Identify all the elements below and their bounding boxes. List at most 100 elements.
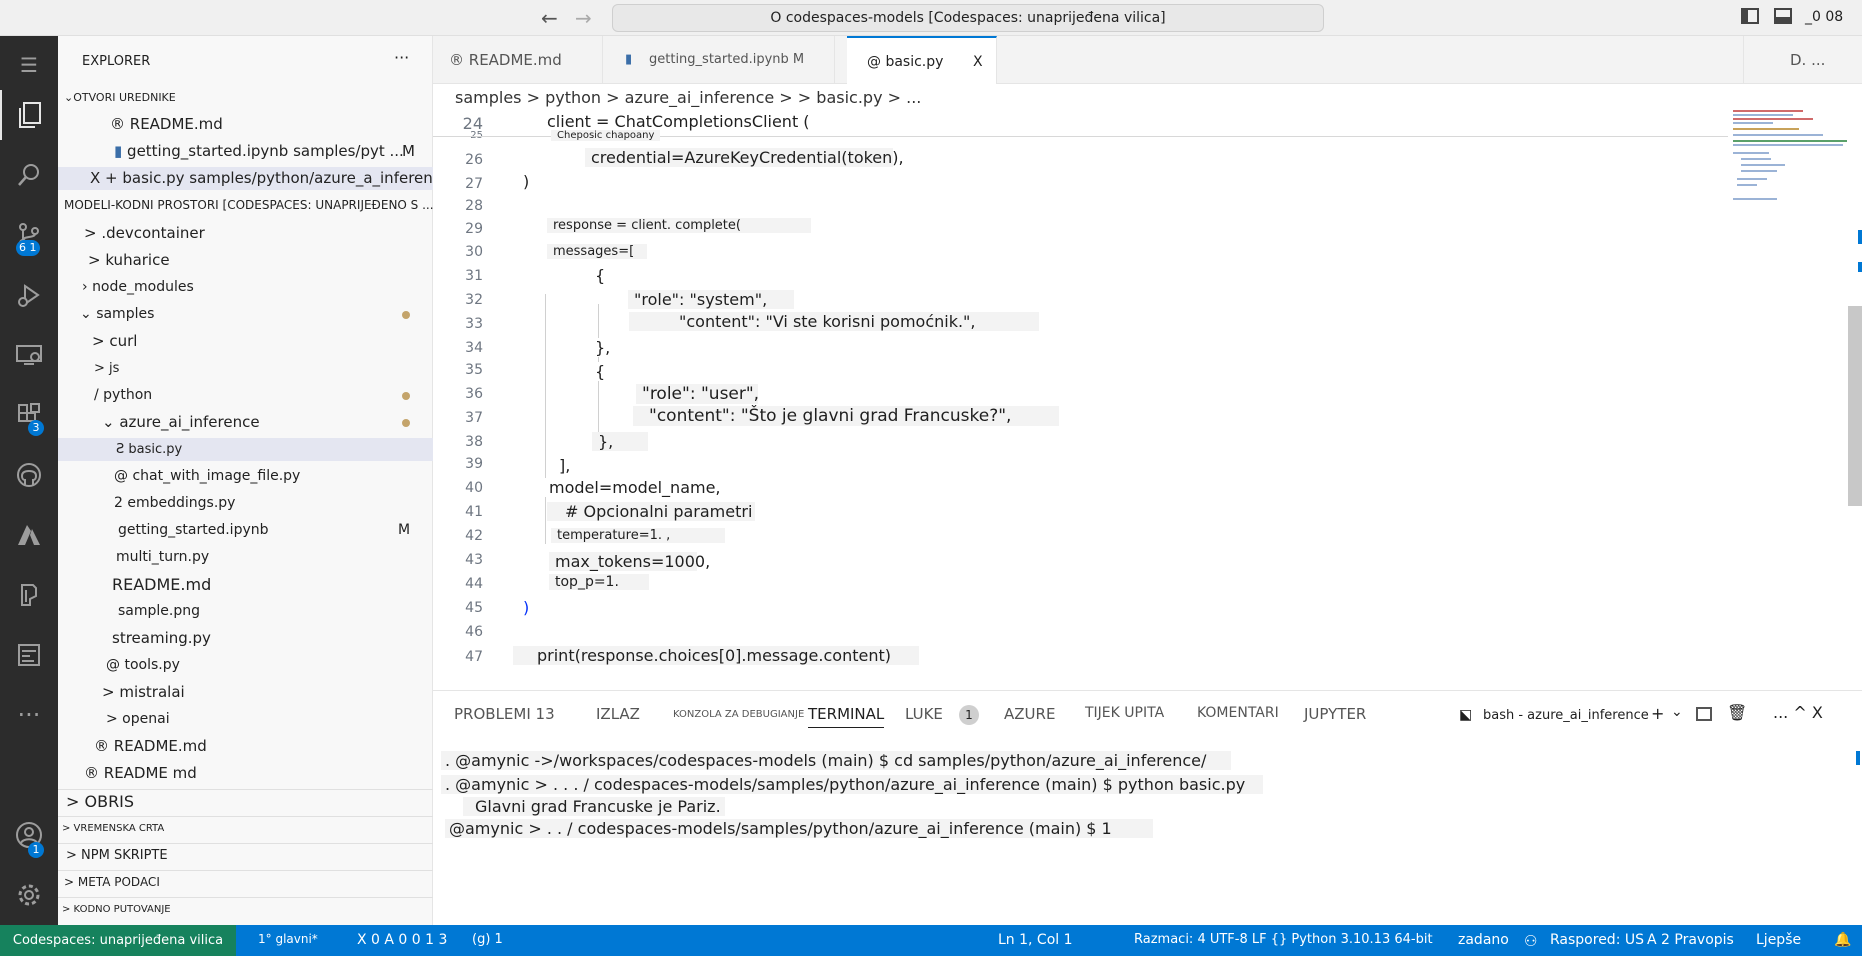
tab-debug-console[interactable]: KONZOLA ZA DEBUGIANJE: [673, 709, 804, 720]
modified-status: M: [402, 142, 415, 160]
tab-getting-started[interactable]: ▮ getting_started.ipynb M: [603, 36, 835, 84]
workspace-header[interactable]: MODELI-KODNI PROSTORI [CODESPACES: UNAPR…: [58, 194, 434, 217]
indent-guide: [545, 294, 546, 544]
tree-label: getting_started.ipynb: [118, 522, 269, 538]
tree-folder-js[interactable]: > js: [58, 357, 433, 380]
tab-problems[interactable]: PROBLEMI 13: [454, 705, 555, 723]
tree-file-embeddings[interactable]: 2 embeddings.py: [58, 492, 433, 515]
tree-file-sample-png[interactable]: sample.png: [58, 600, 433, 623]
terminal-selector[interactable]: bash - azure_ai_inference: [1483, 708, 1649, 723]
toggle-sidebar-icon[interactable]: [1741, 8, 1759, 24]
chevron-down-icon[interactable]: ⌄: [1671, 704, 1683, 720]
run-debug-icon[interactable]: [0, 270, 58, 320]
tree-file-readme[interactable]: ® README md: [58, 762, 433, 785]
source-control-icon[interactable]: 6 1: [0, 210, 58, 260]
open-editors-header[interactable]: ⌄OTVORI UREDNIKE: [58, 86, 433, 109]
outline-section[interactable]: > OBRIS: [58, 789, 433, 812]
extensions-icon[interactable]: 3: [0, 390, 58, 440]
forward-icon[interactable]: →: [575, 6, 592, 30]
accounts-icon[interactable]: 1: [0, 810, 58, 860]
tree-file-tools[interactable]: @ tools.py: [58, 654, 433, 677]
tree-file-getting-started[interactable]: getting_started.ipynb M: [58, 519, 433, 542]
tab-terminal[interactable]: TERMINAL: [808, 705, 885, 728]
minimap-line: [1733, 152, 1769, 154]
tree-folder-openai[interactable]: > openai: [58, 708, 433, 731]
github-icon[interactable]: [0, 450, 58, 500]
tree-folder-samples[interactable]: ⌄ samples: [58, 303, 433, 326]
tab-readme[interactable]: ® README.md: [433, 36, 603, 84]
code-line: top_p=1.: [549, 574, 649, 590]
more-icon[interactable]: ···: [0, 690, 58, 740]
tree-folder-azure-ai-inference[interactable]: ⌄ azure_ai_inference: [58, 411, 433, 434]
tree-file-streaming[interactable]: streaming.py: [58, 627, 433, 650]
close-icon[interactable]: X: [973, 38, 983, 86]
prompt-flow-icon[interactable]: [0, 570, 58, 620]
tree-file-readme[interactable]: ® README.md: [58, 735, 433, 758]
tree-file-basic-py[interactable]: Ƨ basic.py: [58, 438, 433, 461]
tree-folder-devcontainer[interactable]: > .devcontainer: [58, 222, 433, 245]
tab-basic-py[interactable]: @ basic.py X: [847, 36, 997, 84]
azure-icon[interactable]: [0, 510, 58, 560]
split-terminal-icon[interactable]: [1696, 707, 1712, 721]
tab-overflow[interactable]: D. ...: [1743, 36, 1862, 84]
ports-indicator[interactable]: (g) 1: [472, 932, 503, 947]
tree-file-multi-turn[interactable]: multi_turn.py: [58, 546, 433, 569]
npm-scripts-section[interactable]: > NPM SKRIPTE: [58, 843, 433, 866]
tree-folder-curl[interactable]: > curl: [58, 330, 433, 353]
tab-ports[interactable]: LUKE: [905, 705, 943, 723]
open-editor-item[interactable]: ® README.md: [58, 113, 433, 136]
tree-folder-kuharice[interactable]: > kuharice: [58, 249, 433, 272]
tab-azure[interactable]: AZURE: [1004, 705, 1055, 723]
editor-scrollbar[interactable]: [1848, 306, 1862, 506]
tree-folder-python[interactable]: / python: [58, 384, 433, 407]
open-editor-item-active[interactable]: X + basic.py samples/python/azure_a_infe…: [58, 167, 450, 190]
terminal-line: @amynic > . . / codespaces-models/sample…: [445, 819, 1153, 838]
remote-explorer-icon[interactable]: [0, 330, 58, 380]
scroll-marker: [1858, 262, 1862, 272]
command-center[interactable]: O codespaces-models [Codespaces: unaprij…: [612, 4, 1324, 32]
minimap-line: [1737, 184, 1757, 186]
toggle-panel-icon[interactable]: [1774, 8, 1792, 24]
scroll-marker: [1856, 751, 1860, 765]
tree-folder-node-modules[interactable]: › node_modules: [58, 276, 433, 299]
window-controls[interactable]: _0 08: [1805, 9, 1843, 25]
back-icon[interactable]: ←: [541, 6, 558, 30]
metadata-section[interactable]: > META PODACI: [58, 870, 433, 893]
default-indicator[interactable]: zadano: [1458, 932, 1509, 948]
tree-file-readme[interactable]: README.md: [58, 573, 433, 596]
keyboard-layout[interactable]: Raspored: US: [1550, 932, 1644, 948]
bell-icon[interactable]: 🔔: [1834, 932, 1851, 948]
trash-icon[interactable]: 🗑: [1727, 703, 1747, 722]
problems-indicator[interactable]: X 0 A 0 0 1 3: [357, 932, 447, 948]
menu-icon[interactable]: ☰: [0, 40, 58, 90]
tree-folder-mistralai[interactable]: > mistralai: [58, 681, 433, 704]
panel-actions[interactable]: ... ^ X: [1773, 703, 1823, 722]
settings-gear-icon[interactable]: [0, 870, 58, 920]
tab-prompt-flow[interactable]: TIJEK UPITA: [1085, 705, 1164, 721]
jupyter-icon[interactable]: [0, 630, 58, 680]
tree-file-chat-with-image[interactable]: @ chat_with_image_file.py: [58, 465, 433, 488]
copilot-icon[interactable]: ⚇: [1524, 932, 1537, 950]
terminal-line: . @amynic > . . . / codespaces-models/sa…: [441, 775, 1263, 794]
search-icon[interactable]: [0, 150, 58, 200]
notebook-icon: ▮: [114, 142, 123, 160]
minimap[interactable]: [1733, 108, 1848, 208]
explorer-more-icon[interactable]: ···: [394, 48, 409, 67]
tab-jupyter[interactable]: JUPYTER: [1304, 705, 1366, 723]
tab-output[interactable]: IZLAZ: [596, 705, 640, 723]
branch-indicator[interactable]: 1° glavni*: [258, 932, 318, 946]
open-editor-item[interactable]: ▮ getting_started.ipynb samples/pyt ... …: [58, 140, 433, 163]
code-line: client = ChatCompletionsClient (: [541, 112, 816, 131]
line-number: 43: [465, 552, 483, 568]
timeline-section[interactable]: > VREMENSKA CRTA: [58, 816, 433, 839]
spell-checker[interactable]: A 2 Pravopis: [1647, 932, 1734, 948]
line-number: 38: [465, 434, 483, 450]
tab-comments[interactable]: KOMENTARI: [1197, 705, 1279, 721]
new-terminal-button[interactable]: +: [1651, 704, 1664, 723]
encoding-language[interactable]: Razmaci: 4 UTF-8 LF {} Python 3.10.13 64…: [1134, 932, 1433, 947]
prettier-indicator[interactable]: Ljepše: [1756, 932, 1801, 948]
codetour-section[interactable]: > KODNO PUTOVANJE: [58, 897, 433, 920]
remote-indicator[interactable]: Codespaces: unaprijeđena vilica: [0, 925, 236, 956]
explorer-icon[interactable]: [0, 90, 58, 140]
cursor-position[interactable]: Ln 1, Col 1: [998, 932, 1073, 948]
